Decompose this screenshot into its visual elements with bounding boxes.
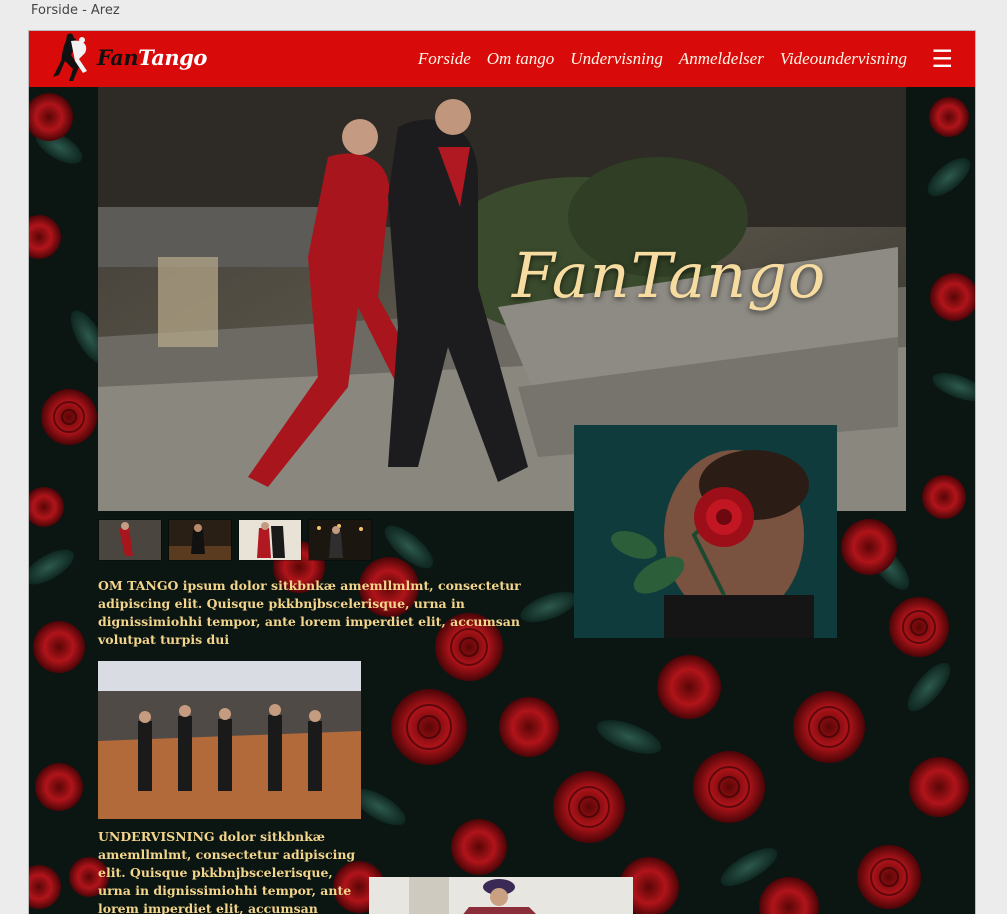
nav-undervisning[interactable]: Undervisning	[570, 49, 663, 69]
man-with-rose-photo	[574, 425, 837, 638]
main-nav: Forside Om tango Undervisning Anmeldelse…	[418, 49, 907, 69]
page: FanTango Forside Om tango Undervisning A…	[28, 30, 976, 914]
video-lesson-image[interactable]	[369, 877, 633, 914]
thumbnail-3[interactable]	[238, 519, 302, 561]
logo-text: FanTango	[97, 45, 207, 70]
thumbnail-strip	[98, 519, 372, 561]
thumbnail-1[interactable]	[98, 519, 162, 561]
nav-videoundervisning[interactable]: Videoundervisning	[780, 49, 907, 69]
site-logo[interactable]: FanTango	[49, 31, 229, 87]
om-tango-text: OM TANGO ipsum dolor sitkbnkæ amemllmlmt…	[98, 578, 521, 647]
browser-tab-title: Forside - Arez	[31, 3, 120, 18]
undervisning-text: UNDERVISNING dolor sitkbnkæ amemllmlmt, …	[98, 829, 356, 914]
hamburger-menu-icon[interactable]: ☰	[931, 45, 953, 73]
hero-title: FanTango	[512, 239, 827, 312]
dance-hall-image	[98, 661, 361, 819]
portrait-with-rose-image	[574, 425, 837, 638]
logo-tango: Tango	[138, 45, 207, 70]
thumbnail-4[interactable]	[308, 519, 372, 561]
dancers-logo-icon	[53, 33, 87, 81]
thumbnail-2[interactable]	[168, 519, 232, 561]
nav-forside[interactable]: Forside	[418, 49, 471, 69]
dance-class-photo	[98, 661, 361, 819]
nav-anmeldelser[interactable]: Anmeldelser	[679, 49, 764, 69]
video-lesson-photo	[369, 877, 633, 914]
logo-fan: Fan	[97, 45, 139, 70]
site-header: FanTango Forside Om tango Undervisning A…	[29, 31, 975, 87]
nav-om-tango[interactable]: Om tango	[487, 49, 555, 69]
